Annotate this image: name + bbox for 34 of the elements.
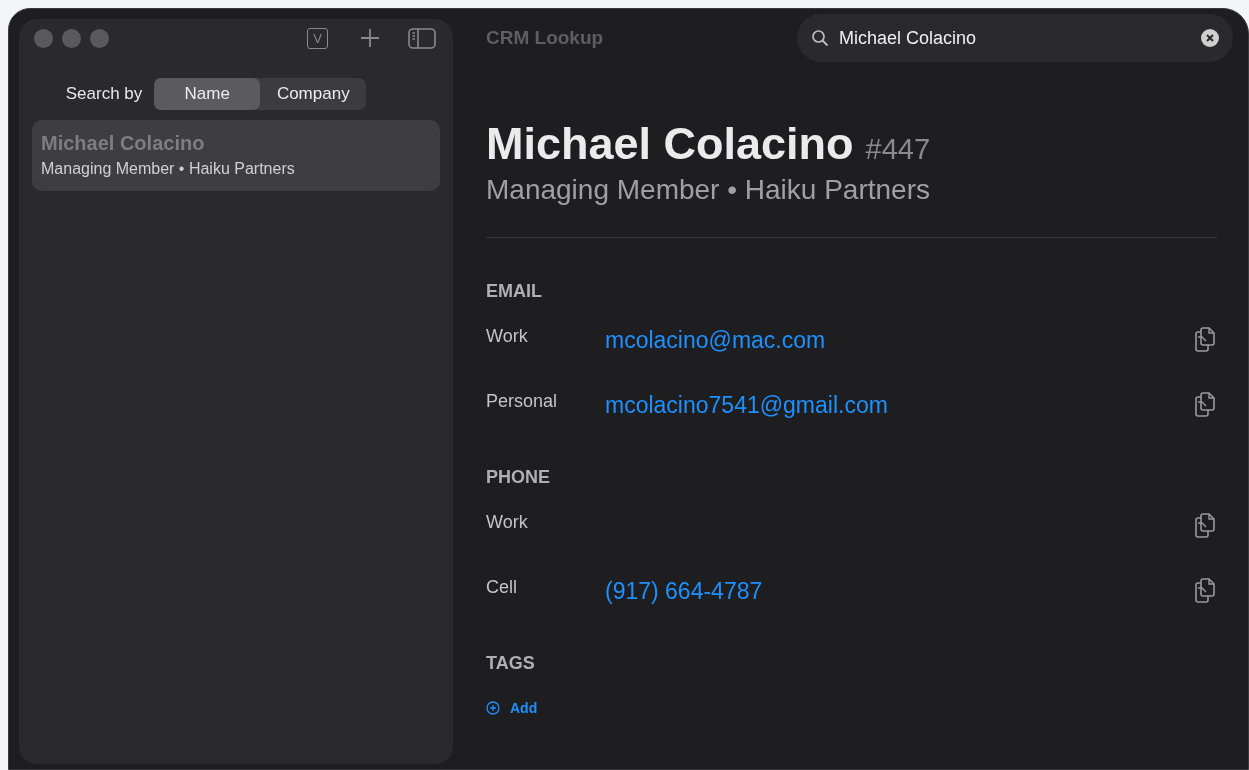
field-label: Work	[486, 324, 529, 348]
field-label: Personal	[486, 389, 559, 413]
section-heading: TAGS	[486, 651, 536, 674]
search-bar[interactable]: Michael Colacino	[797, 14, 1233, 62]
field-value-link[interactable]: mcolacino7541@gmail.com	[605, 387, 888, 423]
contact-subtitle: Managing Member • Haiku Partners	[486, 172, 931, 207]
field-value-link[interactable]: (917) 664-4787	[605, 573, 763, 609]
copy-icon[interactable]	[1193, 513, 1217, 539]
search-field[interactable]: Michael Colacino	[839, 24, 1201, 52]
copy-icon[interactable]	[1193, 578, 1217, 604]
segmented-control[interactable]: Name Company	[154, 78, 367, 110]
result-name: Michael Colacino	[41, 131, 206, 155]
result-item[interactable]: Michael Colacino Managing Member • Haiku Partners	[32, 120, 440, 191]
result-subtitle: Managing Member • Haiku Partners	[41, 159, 296, 179]
sidebar-icon[interactable]	[408, 27, 436, 49]
plus-icon[interactable]	[360, 28, 380, 48]
search-by-label: Search by	[65, 83, 143, 106]
add-tag-button[interactable]: Add	[486, 697, 538, 719]
search-icon	[811, 29, 829, 47]
section-heading: PHONE	[486, 465, 551, 488]
add-icon	[486, 701, 500, 715]
clear-icon[interactable]	[1201, 29, 1219, 47]
v-button[interactable]: V	[307, 27, 328, 49]
segment-tab[interactable]: Name	[154, 78, 261, 110]
segment-tab[interactable]: Company	[260, 78, 367, 110]
field-label: Work	[486, 510, 529, 534]
section-heading: EMAIL	[486, 279, 543, 302]
field-value-link[interactable]: mcolacino@mac.com	[605, 322, 826, 358]
copy-icon[interactable]	[1193, 327, 1217, 353]
copy-icon[interactable]	[1193, 392, 1217, 418]
field-label: Cell	[486, 575, 518, 599]
contact-name: Michael Colacino	[486, 117, 854, 171]
window-title: CRM Lookup	[486, 25, 604, 50]
contact-id: #447	[865, 132, 931, 167]
